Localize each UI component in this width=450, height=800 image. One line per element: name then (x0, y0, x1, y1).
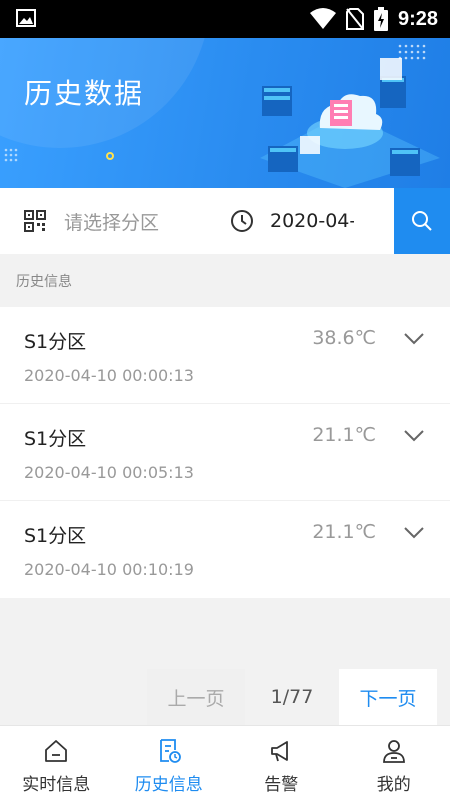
temperature-value: 21.1℃ (312, 521, 376, 543)
zone-name: S1分区 (24, 428, 87, 450)
tab-label: 实时信息 (22, 775, 91, 795)
record-timestamp: 2020-04-10 00:05:13 (24, 463, 194, 482)
search-bar: 请选择分区 2020-04-10 (0, 188, 450, 254)
temperature-value: 38.6℃ (312, 327, 376, 349)
tab-history[interactable]: 历史信息 (113, 726, 226, 800)
list-item[interactable]: S1分区 21.1℃ 2020-04-10 00:10:19 (0, 501, 450, 598)
page-title: 历史数据 (24, 77, 145, 110)
page-indicator: 1/77 (245, 669, 339, 725)
gallery-icon (16, 9, 36, 27)
chevron-down-icon[interactable] (404, 429, 424, 443)
search-button[interactable] (394, 188, 450, 254)
list-item[interactable]: S1分区 21.1℃ 2020-04-10 00:05:13 (0, 404, 450, 501)
status-bar: 9:28 (0, 0, 450, 38)
tab-label: 告警 (264, 775, 299, 795)
header-banner: 历史数据 (0, 38, 450, 188)
battery-icon (373, 7, 388, 31)
cloud-server-illustration (260, 44, 440, 188)
tab-alarm[interactable]: 告警 (225, 726, 338, 800)
section-label: 历史信息 (16, 274, 72, 290)
temperature-value: 21.1℃ (312, 424, 376, 446)
wifi-icon (309, 8, 336, 29)
chevron-down-icon[interactable] (404, 332, 424, 346)
zone-selector[interactable]: 请选择分区 (24, 188, 159, 254)
record-timestamp: 2020-04-10 00:10:19 (24, 560, 194, 579)
tab-label: 我的 (376, 775, 411, 795)
clock-icon (231, 210, 253, 232)
pagination: 上一页 1/77 下一页 (147, 669, 437, 725)
zone-name: S1分区 (24, 525, 87, 547)
tab-realtime[interactable]: 实时信息 (0, 726, 113, 800)
home-icon (45, 740, 68, 762)
history-icon (159, 739, 181, 763)
date-picker[interactable]: 2020-04-10 (230, 188, 354, 254)
clock: 9:28 (397, 7, 438, 30)
prev-page-button[interactable]: 上一页 (147, 669, 245, 725)
user-icon (382, 740, 405, 763)
date-value: 2020-04-10 (270, 210, 354, 232)
bottom-tab-bar: 实时信息 历史信息 告警 我的 (0, 725, 450, 800)
megaphone-icon (271, 741, 289, 762)
chevron-down-icon[interactable] (404, 526, 424, 540)
search-icon (412, 211, 432, 231)
no-sim-icon (345, 8, 364, 30)
next-page-button[interactable]: 下一页 (339, 669, 437, 725)
tab-label: 历史信息 (134, 775, 203, 795)
zone-name: S1分区 (24, 331, 87, 353)
history-list: S1分区 38.6℃ 2020-04-10 00:00:13 S1分区 21.1… (0, 307, 450, 598)
qr-code-icon (24, 210, 46, 232)
tab-profile[interactable]: 我的 (338, 726, 450, 800)
list-item[interactable]: S1分区 38.6℃ 2020-04-10 00:00:13 (0, 307, 450, 404)
record-timestamp: 2020-04-10 00:00:13 (24, 366, 194, 385)
zone-placeholder: 请选择分区 (64, 211, 160, 234)
